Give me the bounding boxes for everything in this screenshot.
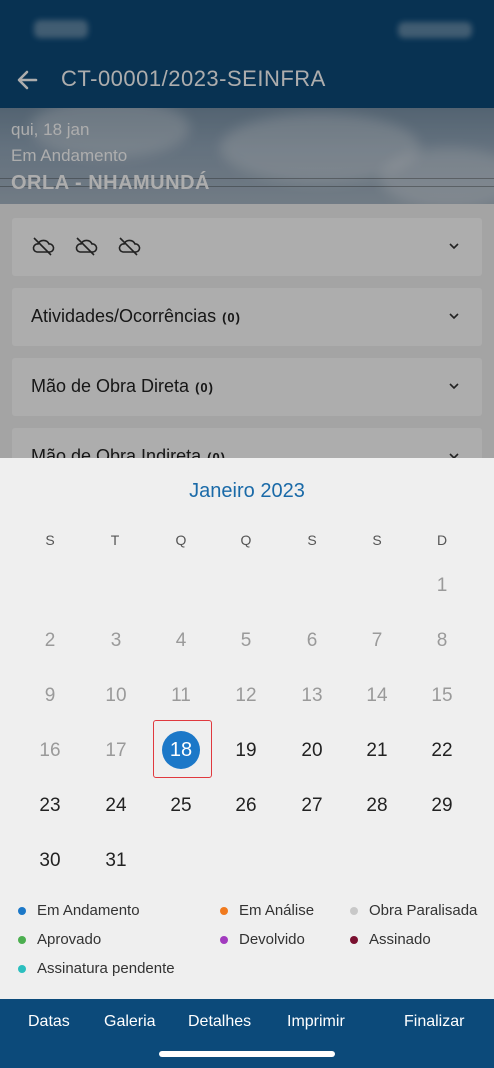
calendar-day[interactable]: 28: [355, 791, 399, 821]
calendar-day[interactable]: 11: [159, 681, 203, 711]
legend-label: Assinatura pendente: [37, 960, 175, 977]
legend-dot: [350, 907, 358, 915]
calendar-day[interactable]: 22: [420, 736, 464, 766]
weekday-label: S: [45, 532, 55, 548]
legend-dot: [350, 936, 358, 944]
nav-galeria-label[interactable]: Galeria: [104, 1013, 156, 1031]
calendar-day[interactable]: 20: [290, 736, 334, 766]
calendar-day[interactable]: 21: [355, 736, 399, 766]
calendar-day[interactable]: 8: [420, 626, 464, 656]
legend-label: Devolvido: [239, 931, 305, 948]
calendar-day[interactable]: 24: [94, 791, 138, 821]
legend-label: Assinado: [369, 931, 431, 948]
weekday-label: D: [436, 532, 448, 548]
month-title[interactable]: Janeiro 2023: [0, 480, 494, 503]
calendar-day[interactable]: 15: [420, 681, 464, 711]
calendar-day[interactable]: 7: [355, 626, 399, 656]
calendar-day[interactable]: 1: [420, 571, 464, 601]
nav-finalizar-label[interactable]: Finalizar: [404, 1013, 464, 1031]
calendar-day[interactable]: 23: [28, 791, 72, 821]
home-indicator: [159, 1051, 335, 1057]
calendar-day[interactable]: 10: [94, 681, 138, 711]
calendar-day[interactable]: 12: [224, 681, 268, 711]
calendar-day[interactable]: 31: [94, 846, 138, 876]
calendar-day[interactable]: 13: [290, 681, 334, 711]
calendar-day[interactable]: 25: [159, 791, 203, 821]
calendar-day[interactable]: 6: [290, 626, 334, 656]
calendar-day[interactable]: 3: [94, 626, 138, 656]
nav-datas-label[interactable]: Datas: [28, 1013, 70, 1031]
calendar-day[interactable]: 14: [355, 681, 399, 711]
calendar-day[interactable]: 16: [28, 736, 72, 766]
legend-dot: [18, 936, 26, 944]
calendar-day[interactable]: 5: [224, 626, 268, 656]
bottom-nav-visible: Datas Galeria Detalhes Imprimir Finaliza…: [0, 999, 494, 1068]
legend-label: Em Andamento: [37, 902, 140, 919]
calendar-day[interactable]: 29: [420, 791, 464, 821]
calendar-day[interactable]: 2: [28, 626, 72, 656]
nav-imprimir-label[interactable]: Imprimir: [287, 1013, 345, 1031]
legend-dot: [220, 936, 228, 944]
legend-dot: [18, 907, 26, 915]
calendar-day[interactable]: 27: [290, 791, 334, 821]
legend-dot: [220, 907, 228, 915]
calendar-day[interactable]: 26: [224, 791, 268, 821]
weekday-label: Q: [240, 532, 252, 548]
calendar-day[interactable]: 30: [28, 846, 72, 876]
legend-label: Aprovado: [37, 931, 102, 948]
legend-label: Obra Paralisada: [369, 902, 478, 919]
legend-dot: [18, 965, 26, 973]
calendar-day[interactable]: 9: [28, 681, 72, 711]
weekday-label: S: [307, 532, 317, 548]
calendar-day[interactable]: 19: [224, 736, 268, 766]
calendar-day[interactable]: 4: [159, 626, 203, 656]
weekday-label: S: [372, 532, 382, 548]
legend-label: Em Análise: [239, 902, 315, 919]
weekday-label: T: [110, 532, 120, 548]
selected-day[interactable]: 18: [162, 731, 200, 769]
calendar-sheet: Janeiro 2023 S T Q Q S S D 1 2 3 4 5 6 7 8 9 10 11…: [0, 458, 494, 999]
nav-detalhes-label[interactable]: Detalhes: [188, 1013, 251, 1031]
weekday-label: Q: [175, 532, 187, 548]
calendar-day[interactable]: 17: [94, 736, 138, 766]
